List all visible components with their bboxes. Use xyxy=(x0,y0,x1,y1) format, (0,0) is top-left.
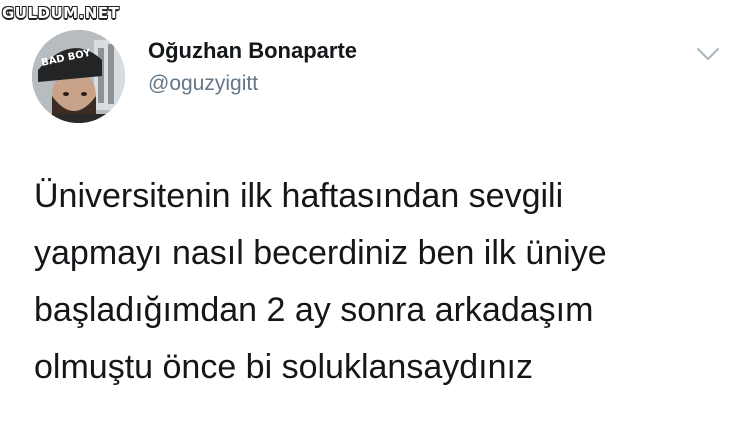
watermark-logo: GULDUM.NET xyxy=(2,4,120,22)
avatar[interactable]: BAD BOY xyxy=(32,30,125,123)
tweet-text: Üniversitenin ilk haftasından sevgili ya… xyxy=(34,168,724,396)
tweet-line: yapmayı nasıl becerdiniz ben ilk üniye xyxy=(34,234,607,272)
author-handle[interactable]: @oguzyigitt xyxy=(148,72,258,96)
tweet-line: olmuştu önce bi soluklansaydınız xyxy=(34,348,533,386)
tweet-line: başladığımdan 2 ay sonra arkadaşım xyxy=(34,291,594,329)
tweet-line: Üniversitenin ilk haftasından sevgili xyxy=(34,177,564,215)
chevron-down-icon[interactable] xyxy=(696,46,720,62)
avatar-photo: BAD BOY xyxy=(32,30,125,123)
author-display-name[interactable]: Oğuzhan Bonaparte xyxy=(148,38,357,64)
